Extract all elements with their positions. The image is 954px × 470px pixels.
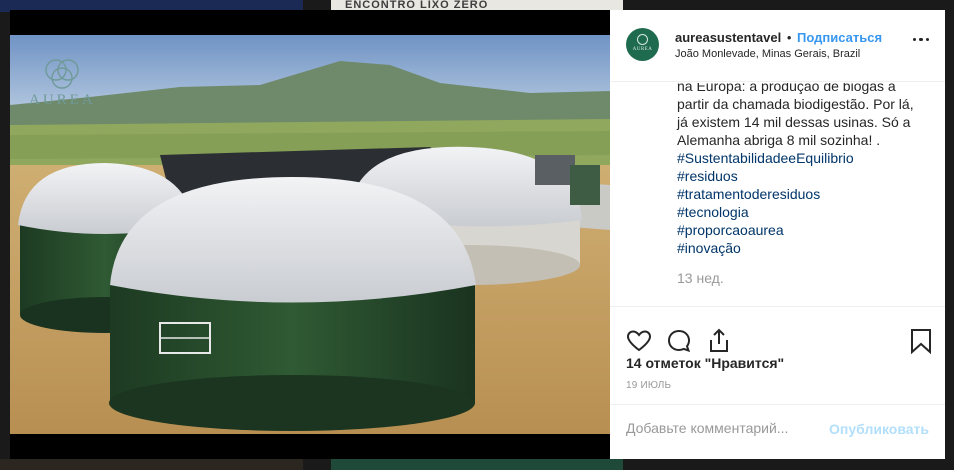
hashtag-link[interactable]: #SustentabilidadeeEquilibrio (677, 149, 854, 167)
caption-line: já existem 14 mil dessas usinas. Só a (677, 114, 911, 130)
avatar[interactable]: AUREA (626, 28, 659, 61)
caption-line: partir da chamada biodigestão. Por lá, (677, 96, 914, 112)
post-header: AUREA aureasustentavel • Подписаться Joã… (610, 10, 945, 82)
location-link[interactable]: João Monlevade, Minas Gerais, Brazil (675, 48, 860, 60)
likes-count[interactable]: 14 отметок "Нравится" (626, 355, 784, 371)
user-line: aureasustentavel • Подписаться (675, 30, 882, 45)
hashtag-link[interactable]: #proporcaoaurea (677, 221, 854, 239)
photo-letterbox-top (10, 10, 610, 35)
hashtag-link[interactable]: #residuos (677, 167, 854, 185)
hashtag-link[interactable]: #tratamentoderesiduos (677, 185, 854, 203)
photo-letterbox-bottom (10, 434, 610, 459)
caption-line: na Europa: a produção de biogas a (677, 83, 896, 94)
hashtag-link[interactable]: #tecnologia (677, 203, 854, 221)
caption-time: 13 нед. (677, 270, 724, 286)
biogas-plant-illustration (10, 35, 610, 434)
avatar-text: AUREA (632, 47, 653, 52)
comment-icon[interactable] (665, 327, 693, 355)
photo-watermark: AUREA (29, 92, 96, 108)
caption-line: Alemanha abriga 8 mil sozinha! . (677, 132, 881, 148)
username-link[interactable]: aureasustentavel (675, 30, 781, 45)
share-icon[interactable] (705, 327, 733, 355)
bookmark-icon[interactable] (907, 327, 935, 355)
follow-button[interactable]: Подписаться (797, 30, 882, 45)
comments-area[interactable]: na Europa: a produção de biogas a partir… (610, 83, 945, 307)
background-tile-bottom-left (0, 459, 303, 470)
post-date[interactable]: 19 ИЮЛЬ (626, 380, 671, 391)
post-photo[interactable] (10, 35, 610, 434)
publish-button[interactable]: Опубликовать (829, 421, 929, 437)
comment-input[interactable] (626, 420, 826, 436)
separator-dot: • (786, 30, 792, 45)
aurea-logo-icon (45, 59, 79, 89)
heart-icon[interactable] (625, 327, 653, 355)
post-actions (610, 317, 945, 355)
add-comment-bar: Опубликовать (610, 404, 945, 459)
more-icon[interactable] (913, 38, 929, 42)
hashtag-link[interactable]: #inovação (677, 239, 854, 257)
background-tile-bottom-mid (331, 459, 623, 470)
post-side-panel: AUREA aureasustentavel • Подписаться Joã… (610, 10, 945, 459)
post-caption: na Europa: a produção de biogas a partir… (677, 83, 931, 149)
avatar-logo-icon (637, 34, 648, 45)
hashtag-list: #SustentabilidadeeEquilibrio #residuos #… (677, 149, 854, 257)
